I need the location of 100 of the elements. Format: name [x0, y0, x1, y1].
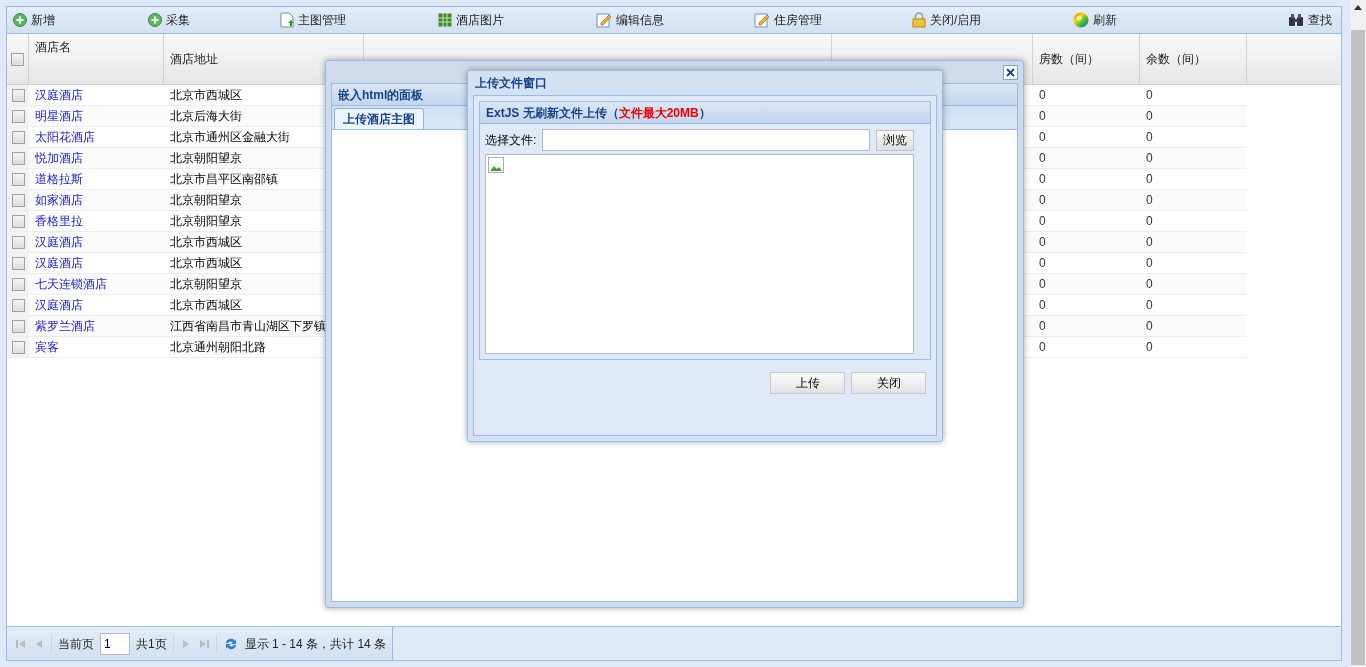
table-cell-text: 北京后海大街 — [170, 108, 242, 125]
hotel-name-link[interactable]: 如家酒店 — [35, 191, 83, 209]
table-cell-text: 0 — [1146, 234, 1153, 251]
column-header[interactable]: 房数（间） — [1033, 34, 1140, 84]
table-cell-text: 0 — [1039, 276, 1046, 293]
row-checkbox[interactable] — [11, 88, 25, 102]
table-cell-text: 0 — [1146, 129, 1153, 146]
table-cell-text: 北京市西城区 — [170, 87, 242, 104]
table-cell-text: 0 — [1146, 150, 1153, 167]
table-cell-text: 北京市昌平区南邵镇 — [170, 171, 278, 188]
table-cell-text: 北京朝阳望京 — [170, 276, 242, 293]
dialog-button[interactable]: 上传 — [770, 372, 845, 394]
row-checkbox[interactable] — [11, 298, 25, 312]
last-page-icon[interactable] — [197, 637, 210, 650]
table-cell-text: 北京朝阳望京 — [170, 150, 242, 167]
hotel-name-link[interactable]: 紫罗兰酒店 — [35, 317, 95, 335]
row-checkbox[interactable] — [11, 109, 25, 123]
page-label: 当前页 — [58, 635, 94, 653]
row-checkbox[interactable] — [11, 151, 25, 165]
table-cell-text: 0 — [1039, 87, 1046, 104]
table-cell-text: 0 — [1039, 234, 1046, 251]
pencil-icon — [754, 12, 770, 28]
toolbar-button[interactable]: 主图管理 — [279, 9, 437, 31]
table-cell-text: 北京市西城区 — [170, 234, 242, 251]
row-checkbox[interactable] — [11, 277, 25, 291]
panel-title: ExtJS 无刷新文件上传（文件最大20MB） — [486, 104, 711, 122]
row-checkbox[interactable] — [11, 214, 25, 228]
table-cell-text: 0 — [1039, 108, 1046, 125]
toolbar-button[interactable]: 关闭/启用 — [911, 9, 1072, 31]
table-cell-text: 北京市西城区 — [170, 297, 242, 314]
toolbar-button[interactable]: 编辑信息 — [595, 9, 753, 31]
color-wheel-icon — [1073, 12, 1089, 28]
table-cell-text: 0 — [1146, 297, 1153, 314]
table-cell-text: 0 — [1146, 213, 1153, 230]
lock-icon — [912, 12, 926, 28]
hotel-name-link[interactable]: 明星酒店 — [35, 107, 83, 125]
row-checkbox[interactable] — [11, 256, 25, 270]
broken-image-icon — [488, 157, 504, 173]
table-cell-text: 0 — [1146, 192, 1153, 209]
hotel-name-link[interactable]: 悦加酒店 — [35, 149, 83, 167]
hotel-name-link[interactable]: 太阳花酒店 — [35, 128, 95, 146]
table-cell-text: 0 — [1039, 129, 1046, 146]
table-cell-text: 0 — [1039, 171, 1046, 188]
hotel-name-link[interactable]: 七天连锁酒店 — [35, 275, 107, 293]
table-cell-text: 北京市西城区 — [170, 255, 242, 272]
pencil-icon — [596, 12, 612, 28]
page-count: 共1页 — [136, 635, 167, 653]
table-cell-text: 0 — [1146, 171, 1153, 188]
table-cell-text: 0 — [1039, 192, 1046, 209]
column-header[interactable]: 酒店名 — [29, 34, 164, 84]
table-cell-text: 0 — [1146, 255, 1153, 272]
table-cell-text: 江西省南昌市青山湖区下罗镇 — [170, 318, 326, 335]
toolbar-button[interactable]: 采集 — [147, 9, 279, 31]
dialog-button[interactable]: 关闭 — [851, 372, 926, 394]
close-button[interactable] — [1003, 65, 1018, 80]
display-summary: 显示 1 - 14 条，共计 14 条 — [244, 635, 387, 653]
table-cell-text: 0 — [1146, 339, 1153, 356]
plus-circle-icon — [13, 13, 27, 27]
table-cell-text: 北京朝阳望京 — [170, 192, 242, 209]
table-cell-text: 0 — [1146, 108, 1153, 125]
plus-circle-icon — [148, 13, 162, 27]
scrollbar[interactable] — [1350, 0, 1366, 667]
close-icon — [1006, 68, 1015, 77]
table-cell-text: 0 — [1039, 297, 1046, 314]
hotel-name-link[interactable]: 汉庭酒店 — [35, 296, 83, 314]
toolbar-button[interactable]: 住房管理 — [753, 9, 911, 31]
row-checkbox[interactable] — [11, 130, 25, 144]
table-cell-text: 0 — [1039, 255, 1046, 272]
hotel-name-link[interactable]: 香格里拉 — [35, 212, 83, 230]
tab[interactable]: 上传酒店主图 — [334, 108, 424, 129]
table-cell-text: 0 — [1039, 213, 1046, 230]
page-field[interactable]: 1 — [100, 632, 130, 655]
table-cell-text: 0 — [1146, 87, 1153, 104]
first-page-icon[interactable] — [15, 637, 27, 650]
browse-button[interactable]: 浏览 — [876, 129, 915, 151]
hotel-name-link[interactable]: 宾客 — [35, 338, 59, 356]
hotel-name-link[interactable]: 道格拉斯 — [35, 170, 83, 188]
row-checkbox[interactable] — [11, 172, 25, 186]
hotel-name-link[interactable]: 汉庭酒店 — [35, 254, 83, 272]
document-icon — [280, 12, 294, 28]
row-checkbox[interactable] — [11, 340, 25, 354]
toolbar-button[interactable]: 刷新 — [1072, 9, 1172, 31]
row-checkbox[interactable] — [11, 193, 25, 207]
column-header[interactable]: 余数（间） — [1140, 34, 1247, 84]
table-cell-text: 0 — [1039, 150, 1046, 167]
row-checkbox[interactable] — [11, 319, 25, 333]
file-path-field[interactable] — [542, 129, 871, 151]
toolbar-button[interactable]: 查找 — [1287, 9, 1333, 31]
toolbar-button[interactable]: 新增 — [12, 9, 147, 31]
hotel-name-link[interactable]: 汉庭酒店 — [35, 86, 83, 104]
select-all-checkbox[interactable] — [11, 52, 24, 66]
toolbar-button[interactable]: 酒店图片 — [437, 9, 595, 31]
grid-icon — [438, 13, 452, 27]
table-cell-text: 0 — [1146, 276, 1153, 293]
table-cell-text: 0 — [1146, 318, 1153, 335]
hotel-name-link[interactable]: 汉庭酒店 — [35, 233, 83, 251]
window-title: 上传文件窗口 — [475, 75, 547, 92]
table-cell-text: 北京通州朝阳北路 — [170, 339, 266, 356]
row-checkbox[interactable] — [11, 235, 25, 249]
binoculars-icon — [1288, 13, 1304, 27]
